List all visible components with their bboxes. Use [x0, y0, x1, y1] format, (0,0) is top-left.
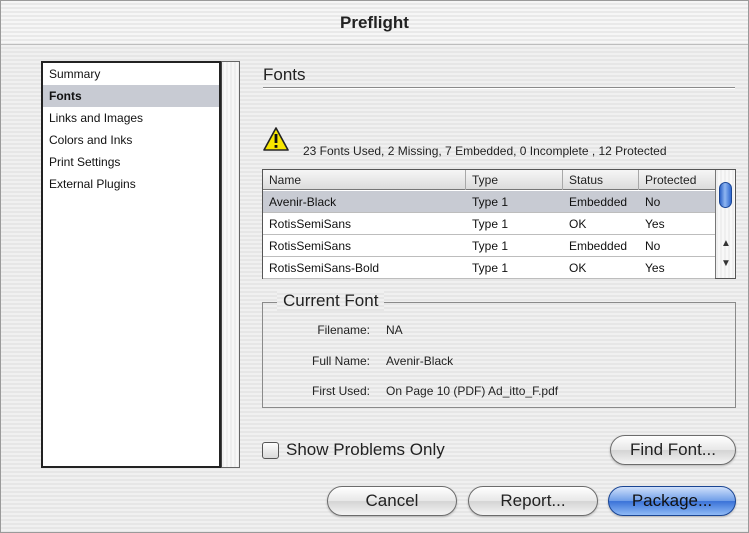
- scroll-down-arrow-icon[interactable]: ▼: [716, 256, 736, 272]
- window-title: Preflight: [1, 1, 748, 45]
- first-used-label: First Used:: [311, 384, 370, 398]
- table-header: Name Type Status Protected: [263, 170, 715, 190]
- sidebar-item-summary[interactable]: Summary: [43, 63, 219, 85]
- cell-name: RotisSemiSans-Bold: [269, 261, 380, 275]
- package-button[interactable]: Package...: [608, 486, 736, 516]
- column-header-name[interactable]: Name: [263, 170, 466, 190]
- cancel-button[interactable]: Cancel: [327, 486, 457, 516]
- column-header-protected[interactable]: Protected: [639, 170, 715, 190]
- first-used-value: On Page 10 (PDF) Ad_itto_F.pdf: [386, 384, 559, 398]
- table-row[interactable]: RotisSemiSans Type 1 Embedded No: [263, 235, 715, 257]
- find-font-button[interactable]: Find Font...: [610, 435, 736, 465]
- sidebar-item-print-settings[interactable]: Print Settings: [43, 151, 219, 173]
- scrollbar-thumb[interactable]: [719, 182, 732, 208]
- sidebar-item-links-and-images[interactable]: Links and Images: [43, 107, 219, 129]
- cell-name: RotisSemiSans: [269, 239, 352, 253]
- fonts-summary: 23 Fonts Used, 2 Missing, 7 Embedded, 0 …: [303, 144, 667, 158]
- cell-status: Embedded: [569, 195, 628, 209]
- table-row[interactable]: Avenir-Black Type 1 Embedded No: [263, 191, 715, 213]
- category-list-scrollbar[interactable]: [221, 61, 240, 468]
- cell-name: Avenir-Black: [269, 195, 337, 209]
- panel-divider: [263, 87, 735, 89]
- cell-type: Type 1: [472, 195, 509, 209]
- cell-status: Embedded: [569, 239, 628, 253]
- fullname-label: Full Name:: [311, 354, 370, 368]
- cell-type: Type 1: [472, 239, 509, 253]
- table-row[interactable]: RotisSemiSans-Bold Type 1 OK Yes: [263, 257, 715, 279]
- cell-status: OK: [569, 217, 587, 231]
- cell-type: Type 1: [472, 261, 509, 275]
- cell-protected: Yes: [645, 261, 665, 275]
- cell-protected: No: [645, 239, 661, 253]
- column-header-status[interactable]: Status: [563, 170, 639, 190]
- preflight-window: Preflight Summary Fonts Links and Images…: [0, 0, 749, 533]
- cell-protected: Yes: [645, 217, 665, 231]
- fonts-table: Name Type Status Protected Avenir-Black …: [262, 169, 736, 279]
- sidebar-item-fonts[interactable]: Fonts: [43, 85, 219, 107]
- filename-value: NA: [386, 323, 403, 337]
- sidebar-item-external-plugins[interactable]: External Plugins: [43, 173, 219, 195]
- fullname-value: Avenir-Black: [386, 354, 454, 368]
- table-scrollbar[interactable]: ▲ ▼: [715, 170, 735, 278]
- show-problems-label[interactable]: Show Problems Only: [286, 440, 445, 460]
- warning-triangle-icon: [263, 127, 289, 151]
- category-list[interactable]: Summary Fonts Links and Images Colors an…: [41, 61, 221, 468]
- current-font-heading: Current Font: [277, 291, 385, 311]
- cell-status: OK: [569, 261, 587, 275]
- show-problems-checkbox[interactable]: [262, 442, 279, 459]
- cell-protected: No: [645, 195, 661, 209]
- report-button[interactable]: Report...: [468, 486, 598, 516]
- sidebar-item-colors-and-inks[interactable]: Colors and Inks: [43, 129, 219, 151]
- panel-title: Fonts: [263, 65, 306, 84]
- cell-type: Type 1: [472, 217, 509, 231]
- cell-name: RotisSemiSans: [269, 217, 352, 231]
- column-header-type[interactable]: Type: [466, 170, 563, 190]
- scroll-up-arrow-icon[interactable]: ▲: [716, 236, 736, 252]
- filename-label: Filename:: [317, 323, 370, 337]
- table-row[interactable]: RotisSemiSans Type 1 OK Yes: [263, 213, 715, 235]
